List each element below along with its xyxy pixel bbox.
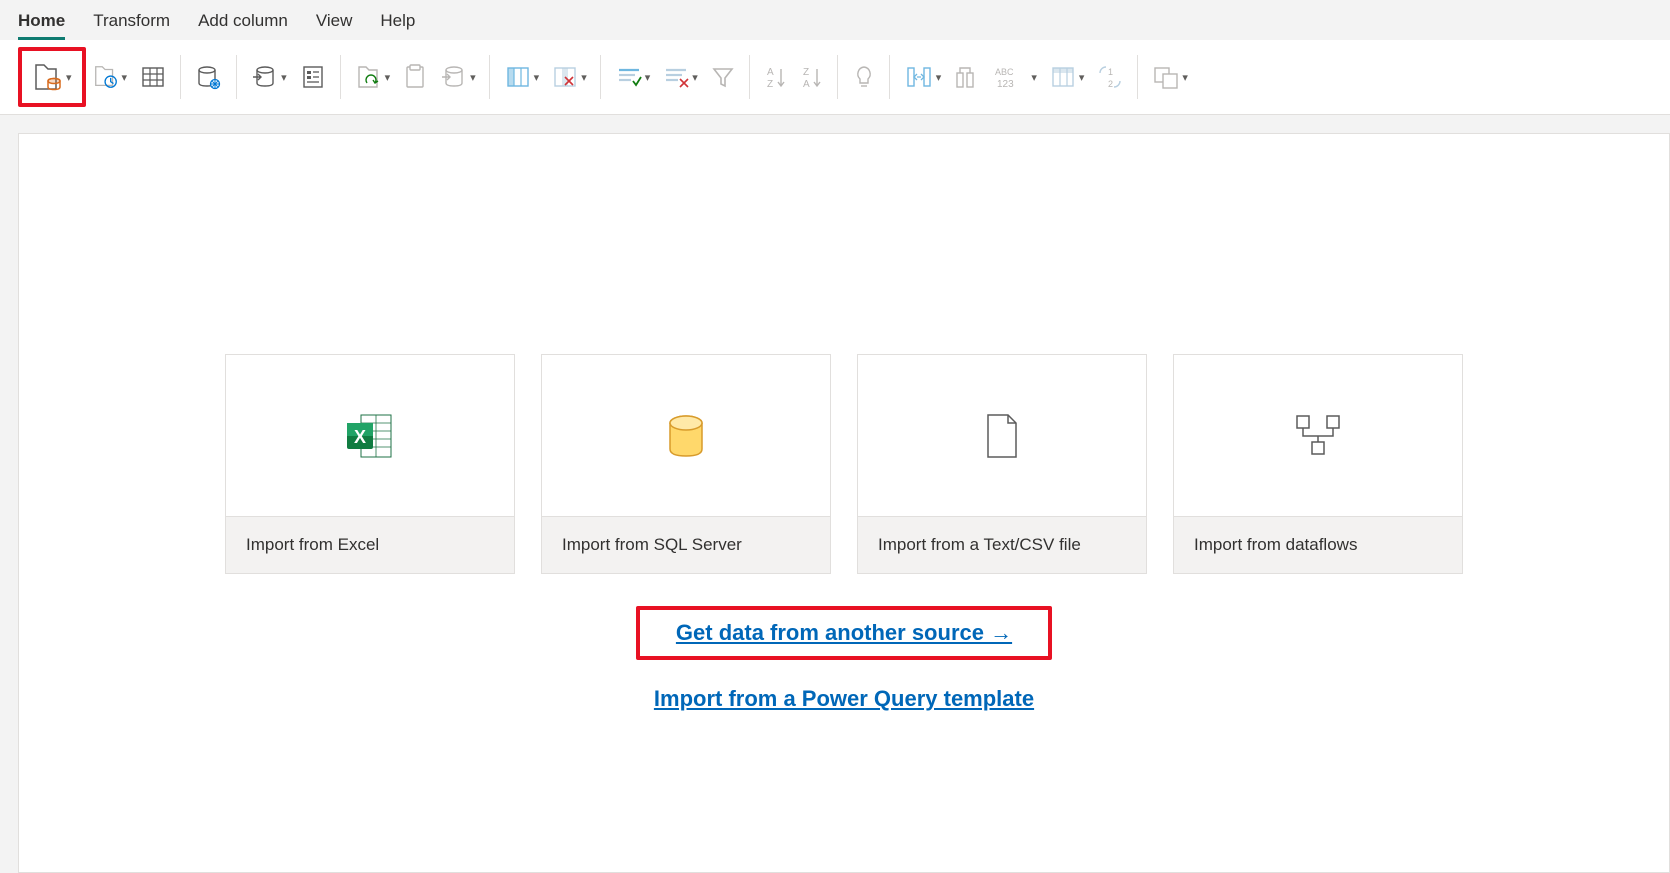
chevron-down-icon: ▾: [66, 71, 72, 84]
import-pq-template-link[interactable]: Import from a Power Query template: [654, 686, 1034, 712]
filter-rows-button[interactable]: [704, 52, 742, 102]
refresh-icon: [355, 63, 383, 91]
keep-rows-icon: [615, 63, 643, 91]
refresh-button[interactable]: ▾: [349, 52, 397, 102]
chevron-down-icon: ▾: [1079, 71, 1085, 84]
svg-text:Z: Z: [767, 79, 773, 90]
options-button[interactable]: [189, 52, 229, 102]
advanced-editor-button[interactable]: ▾: [434, 52, 482, 102]
ideas-button[interactable]: [846, 52, 882, 102]
svg-text:X: X: [354, 427, 366, 447]
get-data-icon: [32, 61, 64, 93]
import-from-excel-label: Import from Excel: [226, 516, 514, 573]
data-type-icon: ABC 123: [993, 63, 1029, 91]
remove-rows-icon: [662, 63, 690, 91]
svg-text:Z: Z: [803, 67, 809, 78]
data-type-button[interactable]: ABC 123 ▾: [987, 52, 1043, 102]
sort-ascending-button[interactable]: A Z: [758, 52, 794, 102]
manage-parameters-icon: [299, 63, 327, 91]
manage-connections-button[interactable]: ▾: [245, 52, 293, 102]
filter-icon: [710, 64, 736, 90]
use-first-row-headers-button[interactable]: ▾: [1043, 52, 1091, 102]
svg-text:A: A: [803, 79, 810, 90]
tab-help[interactable]: Help: [380, 11, 415, 40]
enter-data-button[interactable]: [133, 52, 173, 102]
link-row: Get data from another source → Import fr…: [19, 606, 1669, 712]
first-row-headers-icon: [1049, 63, 1077, 91]
excel-icon: X: [343, 411, 397, 461]
svg-text:ABC: ABC: [995, 67, 1014, 77]
remove-rows-button[interactable]: ▾: [656, 52, 704, 102]
group-by-button[interactable]: [947, 52, 987, 102]
chevron-down-icon: ▾: [692, 71, 698, 84]
split-column-button[interactable]: ▾: [898, 52, 948, 102]
chevron-down-icon: ▾: [470, 71, 476, 84]
import-from-excel-card[interactable]: X Import from Excel: [225, 354, 515, 574]
replace-values-icon: 1 2: [1096, 63, 1124, 91]
sort-desc-icon: Z A: [800, 63, 824, 91]
keep-rows-button[interactable]: ▾: [609, 52, 657, 102]
tab-view[interactable]: View: [316, 11, 353, 40]
chevron-down-icon: ▾: [281, 71, 287, 84]
group-by-icon: [953, 63, 981, 91]
replace-values-button[interactable]: 1 2: [1090, 52, 1130, 102]
chevron-down-icon: ▾: [122, 71, 128, 84]
chevron-down-icon: ▾: [581, 71, 587, 84]
properties-icon: [402, 63, 428, 91]
sort-descending-button[interactable]: Z A: [794, 52, 830, 102]
remove-columns-button[interactable]: ▾: [545, 52, 593, 102]
chevron-down-icon: ▾: [1182, 71, 1188, 84]
manage-parameters-button[interactable]: [293, 52, 333, 102]
choose-columns-icon: [504, 63, 532, 91]
dataflows-icon: [1291, 412, 1345, 460]
get-data-another-source-link[interactable]: Get data from another source →: [676, 620, 1012, 645]
chevron-down-icon: ▾: [385, 71, 391, 84]
canvas: X Import from Excel Import from SQL Serv…: [18, 133, 1670, 873]
import-from-csv-card[interactable]: Import from a Text/CSV file: [857, 354, 1147, 574]
remove-columns-icon: [551, 63, 579, 91]
import-from-sql-card[interactable]: Import from SQL Server: [541, 354, 831, 574]
sql-server-icon: [664, 411, 708, 461]
advanced-editor-icon: [440, 63, 468, 91]
database-settings-icon: [195, 63, 223, 91]
ribbon: ▾ ▾: [0, 40, 1670, 115]
sort-asc-icon: A Z: [764, 63, 788, 91]
combine-button[interactable]: ▾: [1146, 52, 1194, 102]
import-card-row: X Import from Excel Import from SQL Serv…: [19, 354, 1669, 574]
chevron-down-icon: ▾: [1031, 71, 1037, 84]
tab-home[interactable]: Home: [18, 11, 65, 40]
svg-text:2: 2: [1108, 79, 1113, 89]
text-file-icon: [982, 411, 1022, 461]
recent-sources-icon: [92, 63, 120, 91]
tab-add-column[interactable]: Add column: [198, 11, 288, 40]
tab-bar: Home Transform Add column View Help: [0, 0, 1670, 40]
svg-text:A: A: [767, 67, 774, 78]
enter-data-icon: [139, 63, 167, 91]
import-from-csv-label: Import from a Text/CSV file: [858, 516, 1146, 573]
get-data-button[interactable]: ▾: [26, 52, 78, 102]
highlight-another-source: Get data from another source →: [636, 606, 1052, 660]
split-column-icon: [904, 63, 934, 91]
import-from-dataflows-label: Import from dataflows: [1174, 516, 1462, 573]
chevron-down-icon: ▾: [936, 71, 942, 84]
tab-transform[interactable]: Transform: [93, 11, 170, 40]
import-from-dataflows-card[interactable]: Import from dataflows: [1173, 354, 1463, 574]
import-from-sql-label: Import from SQL Server: [542, 516, 830, 573]
highlight-get-data: ▾: [18, 47, 86, 107]
choose-columns-button[interactable]: ▾: [498, 52, 546, 102]
recent-sources-button[interactable]: ▾: [86, 52, 134, 102]
svg-text:1: 1: [1108, 67, 1113, 77]
chevron-down-icon: ▾: [645, 71, 651, 84]
svg-text:123: 123: [997, 79, 1014, 90]
chevron-down-icon: ▾: [534, 71, 540, 84]
properties-button[interactable]: [396, 52, 434, 102]
lightbulb-icon: [852, 63, 876, 91]
combine-icon: [1152, 63, 1180, 91]
manage-connections-icon: [251, 63, 279, 91]
